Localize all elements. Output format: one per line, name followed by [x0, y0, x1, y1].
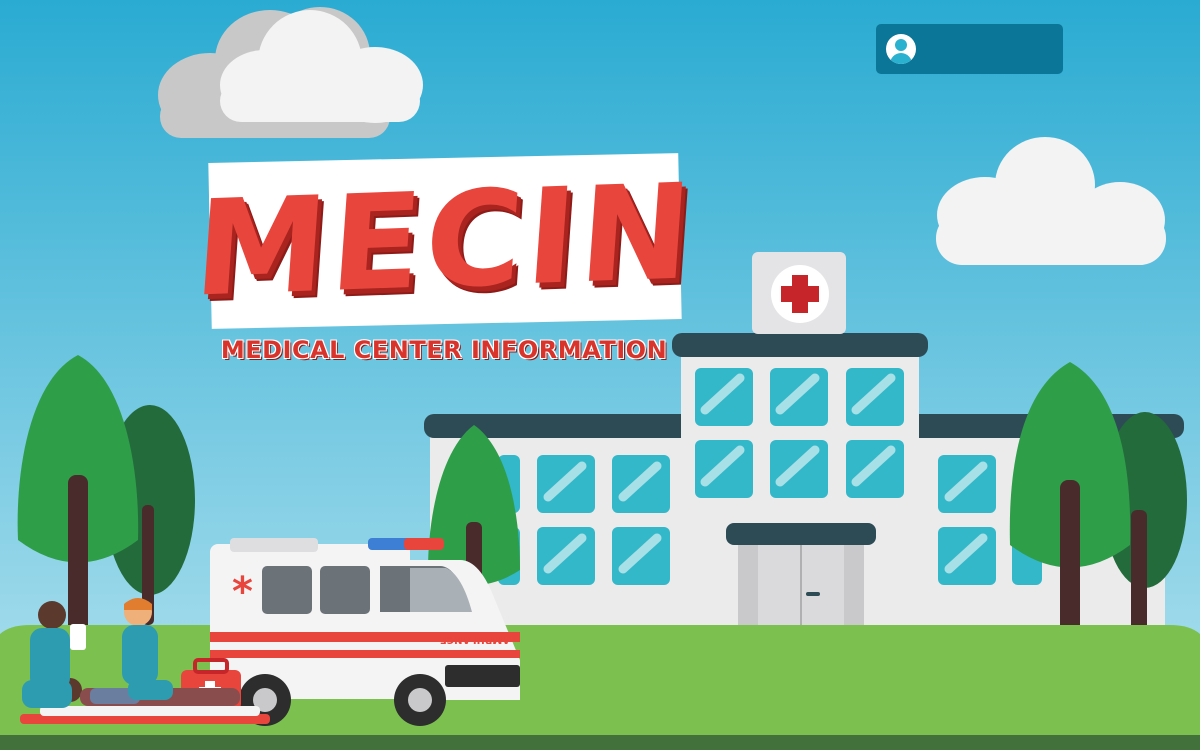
grass-ground [0, 625, 1200, 750]
hospital-scene-illustration: * AMBULANCE [0, 0, 1200, 750]
app-logo-subtitle: MEDICAL CENTER INFORMATION [220, 336, 668, 364]
ambulance: * AMBULANCE [210, 538, 520, 726]
user-account-button[interactable] [876, 24, 1063, 74]
svg-text:*: * [232, 569, 253, 615]
ambulance-sign-text: AMBULANCE [440, 634, 510, 645]
app-logo: MECIN [190, 153, 700, 329]
app-logo-title: MECIN [189, 155, 701, 327]
user-avatar-icon [886, 34, 916, 64]
